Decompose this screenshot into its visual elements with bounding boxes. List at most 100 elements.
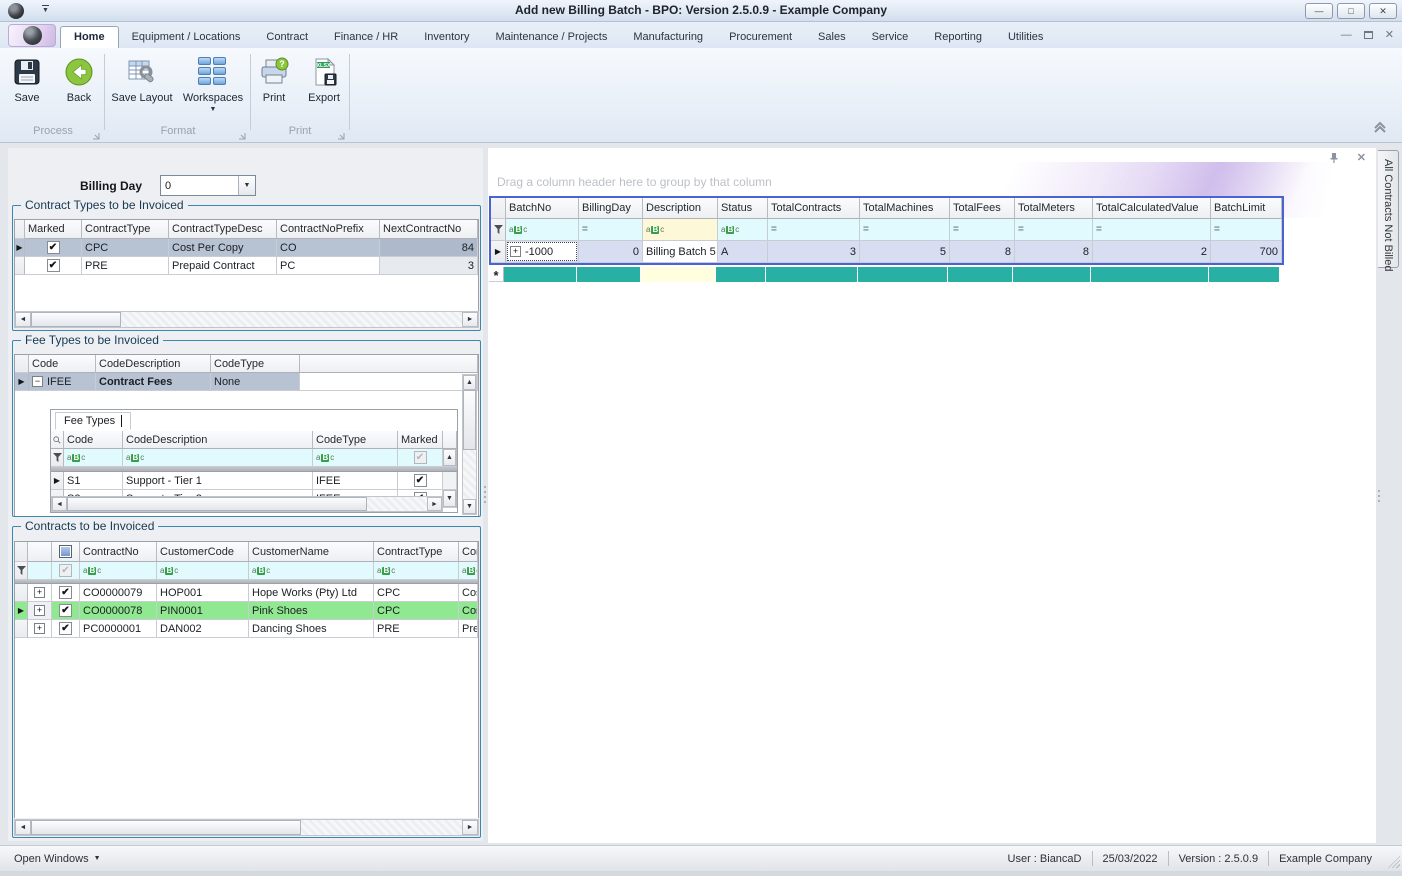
expand-row-icon[interactable]: + [34, 623, 45, 634]
checkbox[interactable] [414, 474, 427, 487]
col-header-status[interactable]: Status [718, 198, 768, 219]
col-header-billingday[interactable]: BillingDay [579, 198, 643, 219]
col-header-codetype[interactable]: CodeType [211, 355, 300, 373]
tab-procurement[interactable]: Procurement [716, 27, 805, 48]
table-row[interactable]: ▶ − IFEE Contract Fees None [15, 373, 478, 391]
scroll-down-icon[interactable]: ▼ [443, 490, 456, 507]
col-header-customercode[interactable]: CustomerCode [157, 542, 249, 562]
col-header-codedescription[interactable]: CodeDescription [123, 431, 313, 449]
table-row[interactable]: ▶ S1 Support - Tier 1 IFEE [51, 472, 457, 490]
tab-contract[interactable]: Contract [253, 27, 321, 48]
vertical-splitter[interactable] [1377, 490, 1381, 502]
col-header-contracttype[interactable]: ContractType [374, 542, 459, 562]
open-windows-button[interactable]: Open Windows ▼ [0, 853, 101, 865]
col-header-contractnoprefix[interactable]: ContractNoPrefix [277, 220, 380, 239]
col-header-contractno[interactable]: ContractNo [80, 542, 157, 562]
col-header-description[interactable]: Description [643, 198, 718, 219]
format-dialog-launcher-icon[interactable] [238, 132, 246, 140]
table-row[interactable]: ▶ CPC Cost Per Copy CO 84 [15, 239, 478, 257]
col-header-codedescription[interactable]: CodeDescription [96, 355, 211, 373]
tab-home[interactable]: Home [60, 26, 119, 48]
col-header-totalcontracts[interactable]: TotalContracts [768, 198, 860, 219]
minimize-button[interactable]: — [1305, 3, 1333, 19]
tab-manufacturing[interactable]: Manufacturing [620, 27, 716, 48]
col-header-batchno[interactable]: BatchNo [506, 198, 579, 219]
tab-maintenance-projects[interactable]: Maintenance / Projects [482, 27, 620, 48]
col-header-nextcontractno[interactable]: NextContractNo [380, 220, 478, 239]
new-row[interactable]: * [489, 267, 1280, 282]
tab-reporting[interactable]: Reporting [921, 27, 995, 48]
expand-row-icon[interactable]: + [510, 246, 521, 257]
detail-hscrollbar[interactable]: ◄ ► [51, 496, 443, 512]
table-row-focused[interactable]: ▶ + -1000 0 Billing Batch 5 A 3 5 8 8 2 … [491, 241, 1282, 263]
contracts-hscrollbar[interactable]: ◄ ► [14, 819, 479, 836]
close-panel-icon[interactable]: ✕ [1357, 151, 1366, 164]
scroll-right-icon[interactable]: ► [427, 497, 442, 511]
maximize-button[interactable]: □ [1337, 3, 1365, 19]
scroll-up-icon[interactable]: ▲ [463, 375, 476, 390]
export-button[interactable]: XLSX Export [301, 52, 347, 104]
save-button[interactable]: Save [4, 52, 50, 104]
table-row[interactable]: + PC0000001 DAN002 Dancing Shoes PRE Pre… [15, 620, 478, 638]
col-header-customername[interactable]: CustomerName [249, 542, 374, 562]
tab-equipment-locations[interactable]: Equipment / Locations [119, 27, 254, 48]
scroll-left-icon[interactable]: ◄ [15, 820, 31, 835]
scroll-down-icon[interactable]: ▼ [463, 499, 476, 514]
print-button[interactable]: ? Print [253, 52, 295, 104]
filter-funnel-icon[interactable] [17, 566, 26, 575]
checkbox[interactable] [59, 604, 72, 617]
tab-utilities[interactable]: Utilities [995, 27, 1056, 48]
expand-row-icon[interactable]: + [34, 587, 45, 598]
col-header-totalmeters[interactable]: TotalMeters [1015, 198, 1093, 219]
scroll-right-icon[interactable]: ► [462, 820, 478, 835]
col-header-codetype[interactable]: CodeType [313, 431, 398, 449]
col-header-totalcalculatedvalue[interactable]: TotalCalculatedValue [1093, 198, 1211, 219]
tab-finance-hr[interactable]: Finance / HR [321, 27, 411, 48]
col-header-totalmachines[interactable]: TotalMachines [860, 198, 950, 219]
batchno-cell-focused[interactable]: + -1000 [507, 242, 577, 261]
vertical-splitter[interactable] [483, 486, 487, 503]
col-header-code[interactable]: Code [64, 431, 123, 449]
scroll-left-icon[interactable]: ◄ [52, 497, 67, 511]
tab-inventory[interactable]: Inventory [411, 27, 482, 48]
table-row[interactable]: + CO0000079 HOP001 Hope Works (Pty) Ltd … [15, 584, 478, 602]
checkbox[interactable] [59, 622, 72, 635]
process-dialog-launcher-icon[interactable] [92, 132, 100, 140]
checkbox[interactable] [59, 586, 72, 599]
back-button[interactable]: Back [56, 52, 102, 104]
pin-icon[interactable] [1329, 152, 1339, 164]
col-header-code[interactable]: Code [29, 355, 96, 373]
billing-day-dropdown-icon[interactable]: ▼ [238, 176, 255, 195]
checkbox[interactable] [47, 259, 60, 272]
select-all-checkbox[interactable] [59, 545, 72, 558]
ribbon-minimize-icon[interactable]: — [1341, 29, 1352, 41]
col-header-totalfees[interactable]: TotalFees [950, 198, 1015, 219]
scroll-up-icon[interactable]: ▲ [443, 449, 456, 466]
contract-types-hscrollbar[interactable]: ◄ ► [14, 311, 479, 328]
collapse-ribbon-icon[interactable] [1372, 120, 1388, 134]
workspaces-button[interactable]: Workspaces ▼ [180, 52, 246, 113]
col-header-marked[interactable]: Marked [398, 431, 443, 449]
col-header-contracttypedesc[interactable]: ContractTypeDesc [459, 542, 478, 562]
tab-sales[interactable]: Sales [805, 27, 859, 48]
col-header-contracttype[interactable]: ContractType [82, 220, 169, 239]
search-icon[interactable] [53, 436, 61, 444]
col-header-marked[interactable]: Marked [25, 220, 82, 239]
billing-day-combobox[interactable]: 0 ▼ [160, 175, 256, 196]
fee-types-vscrollbar[interactable]: ▲ ▼ [462, 374, 477, 515]
close-button[interactable]: ✕ [1369, 3, 1397, 19]
scroll-left-icon[interactable]: ◄ [15, 312, 31, 327]
expand-row-icon[interactable]: + [34, 605, 45, 616]
filter-funnel-icon[interactable] [494, 225, 503, 234]
scroll-right-icon[interactable]: ► [462, 312, 478, 327]
checkbox[interactable] [47, 241, 60, 254]
collapse-row-icon[interactable]: − [32, 376, 43, 387]
tab-service[interactable]: Service [859, 27, 922, 48]
col-header-batchlimit[interactable]: BatchLimit [1211, 198, 1282, 219]
sidetab-all-contracts-not-billed[interactable]: All Contracts Not Billed [1378, 150, 1399, 268]
detail-tab-fee-types[interactable]: Fee Types [55, 412, 131, 430]
application-button[interactable] [8, 24, 56, 47]
filter-funnel-icon[interactable] [53, 453, 62, 462]
ribbon-restore-icon[interactable] [1364, 31, 1373, 39]
col-header-contracttypedesc[interactable]: ContractTypeDesc [169, 220, 277, 239]
